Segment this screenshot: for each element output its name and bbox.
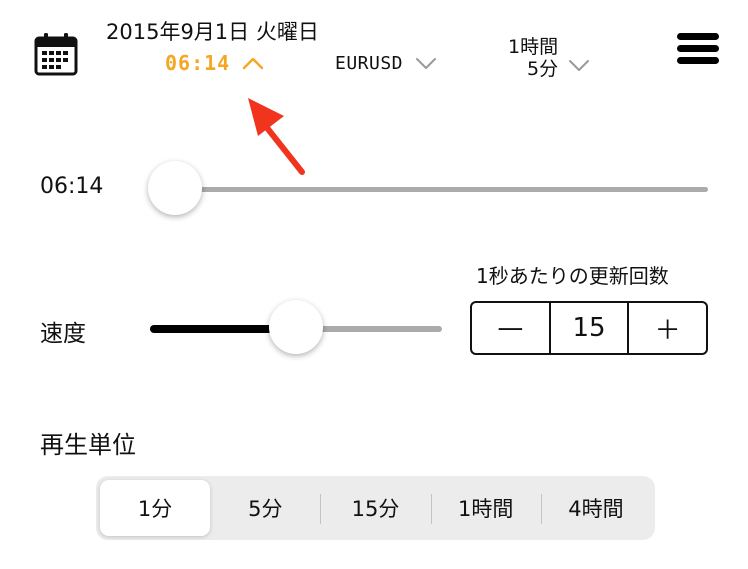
decrement-button[interactable]: — xyxy=(472,303,549,353)
unit-option-1hour[interactable]: 1時間 xyxy=(430,480,541,536)
time-selector[interactable]: 06:14 xyxy=(165,48,264,78)
update-rate-value: 15 xyxy=(548,303,628,353)
playback-unit-segmented-control: 1分 5分 15分 1時間 4時間 xyxy=(96,476,655,540)
red-arrow-icon xyxy=(248,98,305,175)
hamburger-menu-icon[interactable] xyxy=(677,33,719,69)
current-time-label: 06:14 xyxy=(40,174,104,199)
unit-option-5min[interactable]: 5分 xyxy=(210,480,320,536)
chevron-down-icon xyxy=(569,60,590,71)
unit-option-1min[interactable]: 1分 xyxy=(100,480,211,536)
date-label: 2015年9月1日 火曜日 xyxy=(106,20,319,44)
unit-option-15min[interactable]: 15分 xyxy=(320,480,430,536)
unit-option-4hour[interactable]: 4時間 xyxy=(540,480,651,536)
updates-per-second-label: 1秒あたりの更新回数 xyxy=(476,264,669,288)
calendar-icon[interactable] xyxy=(34,32,78,76)
speed-slider-thumb[interactable] xyxy=(269,300,323,354)
currency-pair-value: EURUSD xyxy=(335,52,404,74)
increment-button[interactable]: ＋ xyxy=(627,303,706,353)
time-slider-thumb[interactable] xyxy=(148,161,202,215)
currency-pair-selector[interactable]: EURUSD xyxy=(335,48,437,78)
timeframe-main: 1時間 xyxy=(508,36,559,58)
timeframe-sub: 5分 xyxy=(527,58,559,80)
time-slider-track[interactable] xyxy=(176,187,708,192)
timeframe-selector[interactable]: 1時間 5分 xyxy=(508,36,590,80)
speed-label: 速度 xyxy=(40,321,86,347)
chevron-up-icon xyxy=(243,57,264,70)
time-value: 06:14 xyxy=(165,51,231,75)
playback-unit-label: 再生単位 xyxy=(40,431,136,459)
chevron-down-icon xyxy=(416,58,437,69)
update-rate-stepper: — 15 ＋ xyxy=(470,301,708,355)
